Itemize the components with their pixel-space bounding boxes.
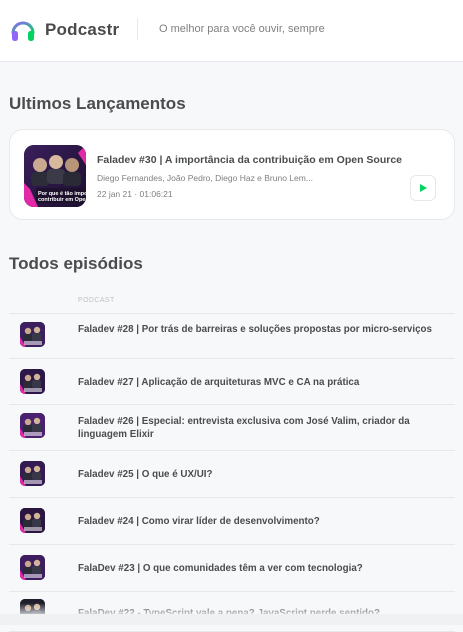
header: Podcastr O melhor para você ouvir, sempr… (0, 0, 463, 62)
app-name: Podcastr (45, 20, 120, 39)
tagline: O melhor para você ouvir, sempre (159, 23, 325, 35)
latest-episode-members: Diego Fernandes, João Pedro, Diego Haz e… (97, 173, 313, 183)
episode-title[interactable]: Faladev #28 | Por trás de barreiras e so… (78, 323, 453, 336)
episode-thumbnail[interactable] (20, 413, 45, 438)
episode-row[interactable]: Faladev #24 | Como virar líder de desenv… (9, 498, 455, 545)
latest-episode-title[interactable]: Faladev #30 | A importância da contribui… (97, 154, 402, 166)
latest-episode-card[interactable]: Por que é tão impo contribuir em Open S … (9, 129, 455, 220)
episode-row[interactable]: Faladev #28 | Por trás de barreiras e so… (9, 314, 455, 359)
episode-thumbnail[interactable] (20, 555, 45, 580)
all-episodes-title: Todos episódios (9, 254, 143, 273)
episode-title[interactable]: Faladev #25 | O que é UX/UI? (78, 468, 453, 481)
latest-episode-meta: 22 jan 21 · 01:06:21 (97, 189, 173, 199)
episode-thumbnail[interactable]: Por que é tão impo contribuir em Open S (24, 145, 86, 207)
episode-row[interactable]: Faladev #26 | Especial: entrevista exclu… (9, 405, 455, 451)
episode-thumbnail[interactable] (20, 461, 45, 486)
svg-text:contribuir em Open S: contribuir em Open S (38, 197, 86, 203)
episode-row[interactable]: Faladev #27 | Aplicação de arquiteturas … (9, 359, 455, 405)
episode-thumbnail[interactable] (20, 322, 45, 347)
episode-thumbnail[interactable] (20, 369, 45, 394)
headphones-icon (11, 21, 35, 41)
episode-row[interactable]: Faladev #25 | O que é UX/UI? (9, 451, 455, 498)
episode-row[interactable]: FalaDev #23 | O que comunidades têm a ve… (9, 545, 455, 592)
bottom-edge (0, 614, 463, 625)
episode-title[interactable]: Faladev #24 | Como virar líder de desenv… (78, 515, 453, 528)
play-icon (420, 184, 427, 192)
logo[interactable]: Podcastr (10, 17, 119, 43)
play-button[interactable] (410, 175, 436, 201)
latest-section-title: Ultimos Lançamentos (9, 94, 186, 113)
header-divider (137, 18, 138, 40)
episode-title[interactable]: Faladev #26 | Especial: entrevista exclu… (78, 415, 453, 441)
episode-title[interactable]: Faladev #27 | Aplicação de arquiteturas … (78, 376, 453, 389)
episode-title[interactable]: FalaDev #23 | O que comunidades têm a ve… (78, 562, 453, 575)
podcast-column-header: PODCAST (78, 297, 115, 304)
episode-thumbnail[interactable] (20, 508, 45, 533)
